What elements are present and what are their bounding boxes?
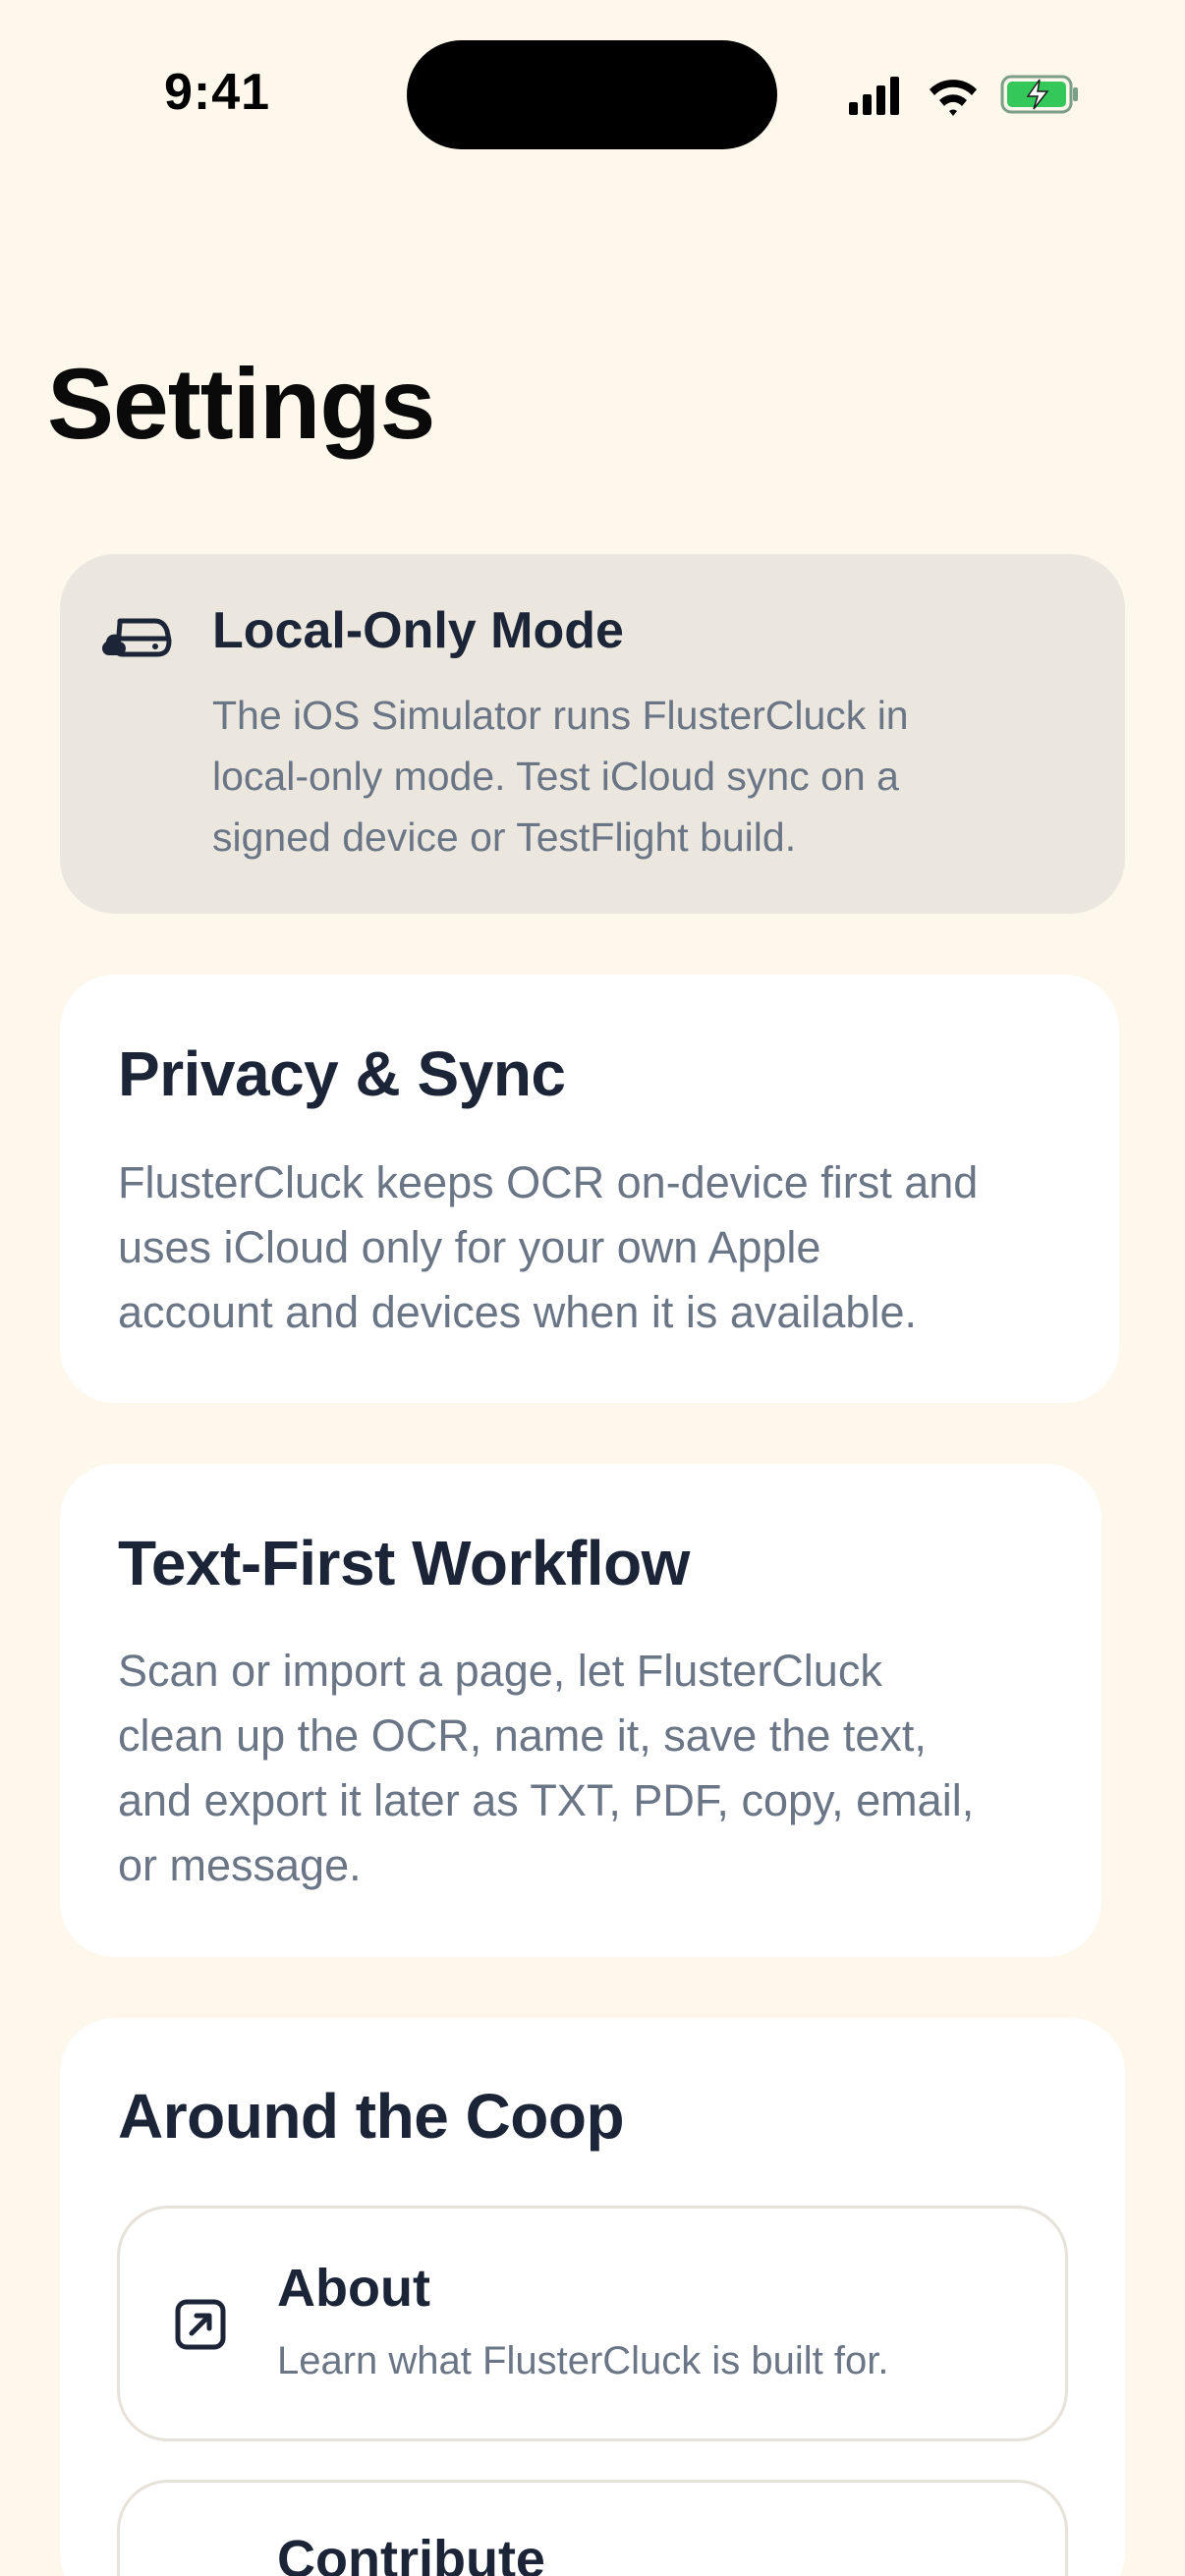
cellular-signal-icon — [849, 77, 899, 115]
workflow-body-line: Scan or import a page, let FlusterCluck — [118, 1646, 882, 1696]
workflow-body-line: or message. — [118, 1840, 362, 1890]
cloud-off-icon — [102, 618, 172, 657]
dynamic-island — [407, 40, 777, 149]
status-icons — [849, 75, 1078, 116]
text-first-workflow-body: Scan or import a page, let FlusterCluck … — [118, 1639, 1051, 1898]
workflow-body-line: and export it later as TXT, PDF, copy, e… — [118, 1775, 975, 1825]
about-title[interactable]: About — [277, 2258, 430, 2319]
page-title: Settings — [47, 348, 435, 460]
privacy-sync-heading: Privacy & Sync — [118, 1038, 566, 1109]
privacy-sync-body: FlusterCluck keeps OCR on-device first a… — [118, 1150, 1061, 1345]
workflow-body-line: clean up the OCR, name it, save the text… — [118, 1710, 927, 1761]
about-subtitle: Learn what FlusterCluck is built for. — [277, 2339, 889, 2382]
contribute-title[interactable]: Contribute — [277, 2529, 545, 2576]
status-bar: 9:41 — [0, 0, 1185, 196]
status-time: 9:41 — [164, 64, 271, 121]
privacy-body-line: account and devices when it is available… — [118, 1287, 917, 1337]
notice-body-line: The iOS Simulator runs FlusterCluck in — [212, 693, 909, 738]
notice-title: Local-Only Mode — [212, 602, 624, 659]
contribute-row[interactable] — [117, 2480, 1068, 2576]
battery-charging-icon — [1000, 75, 1078, 114]
around-the-coop-heading: Around the Coop — [118, 2081, 625, 2152]
text-first-workflow-heading: Text-First Workflow — [118, 1528, 690, 1598]
privacy-body-line: uses iCloud only for your own Apple — [118, 1222, 821, 1272]
external-link-icon — [175, 2299, 226, 2350]
notice-body-line: signed device or TestFlight build. — [212, 814, 797, 860]
wifi-icon — [930, 80, 977, 116]
about-row[interactable] — [117, 2206, 1068, 2441]
notice-body: The iOS Simulator runs FlusterCluck in l… — [212, 685, 1057, 868]
notice-body-line: local-only mode. Test iCloud sync on a — [212, 754, 899, 799]
privacy-body-line: FlusterCluck keeps OCR on-device first a… — [118, 1157, 979, 1207]
